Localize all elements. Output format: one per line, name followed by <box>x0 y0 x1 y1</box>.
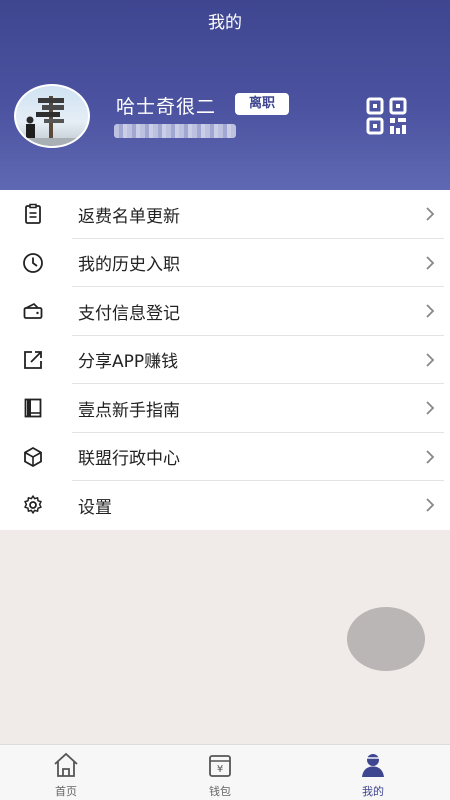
masked-account-info <box>114 124 236 138</box>
gear-icon <box>24 495 42 514</box>
chevron-right-icon <box>426 401 435 415</box>
chevron-right-icon <box>426 498 435 512</box>
wallet-icon <box>23 303 43 319</box>
cube-icon <box>24 446 42 467</box>
wallet-yen-icon: ¥ <box>209 755 231 777</box>
menu-item-settings[interactable]: 设置 <box>0 481 450 530</box>
menu-item-label: 分享APP赚钱 <box>78 352 179 373</box>
username: 哈士奇很二 <box>116 96 217 118</box>
chevron-right-icon <box>426 207 435 221</box>
tab-label: 钱包 <box>209 785 231 798</box>
menu-item-rebate-list[interactable]: 返费名单更新 <box>0 190 450 239</box>
status-badge: 离职 <box>235 93 289 115</box>
tab-label: 我的 <box>362 785 384 798</box>
svg-text:¥: ¥ <box>217 764 223 775</box>
qr-code-icon[interactable] <box>365 97 409 135</box>
clipboard-icon <box>25 203 41 224</box>
home-icon <box>54 752 78 777</box>
page-title: 我的 <box>208 13 242 33</box>
menu-item-label: 设置 <box>78 497 112 518</box>
menu-item-payment-info[interactable]: 支付信息登记 <box>0 287 450 336</box>
menu-item-label: 壹点新手指南 <box>78 400 180 421</box>
user-icon <box>362 754 384 777</box>
book-icon <box>24 398 42 418</box>
menu-item-history[interactable]: 我的历史入职 <box>0 239 450 287</box>
tab-mine[interactable]: 我的 <box>323 745 423 800</box>
menu-item-label: 支付信息登记 <box>78 303 180 324</box>
profile-header: 我的 哈士奇很二 离职 <box>0 0 450 190</box>
menu-list: 返费名单更新 我的历史入职 支付信息登记 分享APP赚钱 壹点新手指南 联盟行政… <box>0 190 450 530</box>
menu-item-share-app[interactable]: 分享APP赚钱 <box>0 336 450 384</box>
tab-wallet[interactable]: ¥ 钱包 <box>170 745 270 800</box>
menu-item-beginner-guide[interactable]: 壹点新手指南 <box>0 384 450 433</box>
bottom-tab-bar: 首页 ¥ 钱包 我的 <box>0 744 450 800</box>
floating-action-button[interactable] <box>347 607 425 671</box>
chevron-right-icon <box>426 352 435 367</box>
menu-item-admin-center[interactable]: 联盟行政中心 <box>0 433 450 481</box>
share-icon <box>24 350 42 369</box>
tab-label: 首页 <box>55 785 77 798</box>
chevron-right-icon <box>426 449 435 464</box>
menu-item-label: 返费名单更新 <box>78 206 180 227</box>
tab-home[interactable]: 首页 <box>16 745 116 800</box>
avatar[interactable] <box>14 84 90 148</box>
menu-item-label: 联盟行政中心 <box>78 449 180 470</box>
chevron-right-icon <box>426 304 435 318</box>
avatar-photo <box>16 96 88 146</box>
menu-item-label: 我的历史入职 <box>78 255 180 276</box>
chevron-right-icon <box>426 255 435 270</box>
clock-icon <box>23 252 43 273</box>
